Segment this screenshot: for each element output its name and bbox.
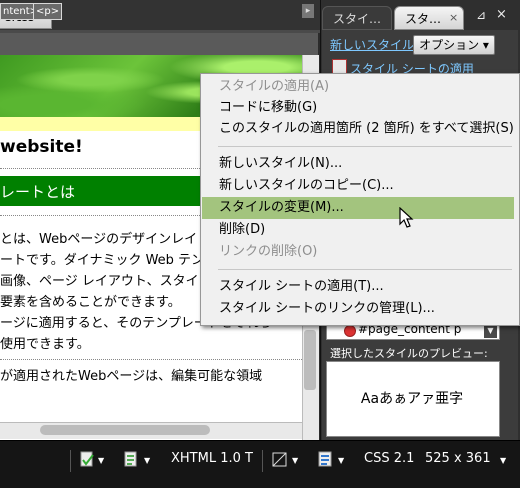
page-size-indicator[interactable]: 525 x 361 [425, 451, 491, 466]
css-version-indicator[interactable]: CSS 2.1 [364, 451, 414, 466]
doctype-indicator[interactable]: XHTML 1.0 T [171, 451, 253, 466]
compatibility-icon[interactable] [124, 451, 140, 472]
options-button[interactable]: オプション ▾ [413, 35, 495, 55]
breadcrumb-scroll-right-icon[interactable]: ▸ [302, 4, 314, 18]
chevron-down-icon[interactable]: ▼ [500, 456, 506, 465]
pin-icon[interactable]: ⊿ [476, 8, 486, 22]
chevron-down-icon[interactable]: ▼ [338, 456, 344, 465]
page-heading: website! [0, 137, 83, 157]
divider [0, 359, 302, 360]
menu-item-select-all-instances[interactable]: このスタイルの適用箇所 (2 箇所) をすべて選択(S) [202, 118, 514, 140]
chevron-down-icon[interactable]: ▼ [144, 456, 150, 465]
menu-separator [218, 146, 512, 147]
menu-item-new-style-copy[interactable]: 新しいスタイルのコピー(C)... [202, 175, 514, 197]
menu-item-manage-stylesheet-links[interactable]: スタイル シートのリンクの管理(L)... [202, 298, 514, 320]
tag-breadcrumb-bar [0, 33, 318, 55]
validation-icon[interactable] [80, 451, 96, 472]
stylesheet-icon [332, 59, 347, 74]
paragraph-line: が適用されたWebページは、編集可能な領域 [0, 369, 263, 384]
tab-close-icon[interactable]: × [449, 11, 458, 24]
style-preview-text: Aaあぁアァ亜字 [360, 391, 464, 407]
menu-separator [218, 269, 512, 270]
new-style-link[interactable]: 新しいスタイル… [330, 36, 426, 53]
style-rule-icon [344, 325, 356, 337]
horizontal-scroll-thumb[interactable] [40, 425, 210, 435]
subheading-text: レートとは [0, 183, 76, 201]
style-application-icon[interactable] [318, 451, 334, 472]
menu-item-go-to-code[interactable]: コードに移動(G) [202, 97, 514, 119]
chevron-down-icon[interactable]: ▼ [98, 456, 104, 465]
menu-item-attach-stylesheet[interactable]: スタイル シートの適用(T)... [202, 276, 514, 298]
breadcrumb-tag-p[interactable]: <p> [33, 3, 63, 20]
menu-item-new-style[interactable]: 新しいスタイル(N)... [202, 153, 514, 175]
visual-aids-icon[interactable] [272, 452, 288, 471]
menu-item-modify-style[interactable]: スタイルの変更(M)... [202, 197, 514, 219]
paragraph-line: 使用できます。 [0, 337, 90, 352]
panel-close-icon[interactable]: × [496, 7, 507, 22]
vertical-scroll-thumb[interactable] [304, 330, 316, 390]
status-separator [262, 450, 263, 472]
preview-label: 選択したスタイルのプレビュー: [330, 347, 488, 360]
mouse-pointer-icon [399, 206, 415, 232]
chevron-down-icon[interactable]: ▼ [292, 456, 298, 465]
menu-item-apply-style: スタイルの適用(A) [219, 79, 330, 94]
tab-styles-1[interactable]: スタイ… [322, 6, 392, 30]
menu-item-delete[interactable]: 削除(D) [202, 219, 514, 241]
menu-item-remove-link: リンクの削除(O) [219, 244, 318, 259]
status-separator [70, 450, 71, 472]
